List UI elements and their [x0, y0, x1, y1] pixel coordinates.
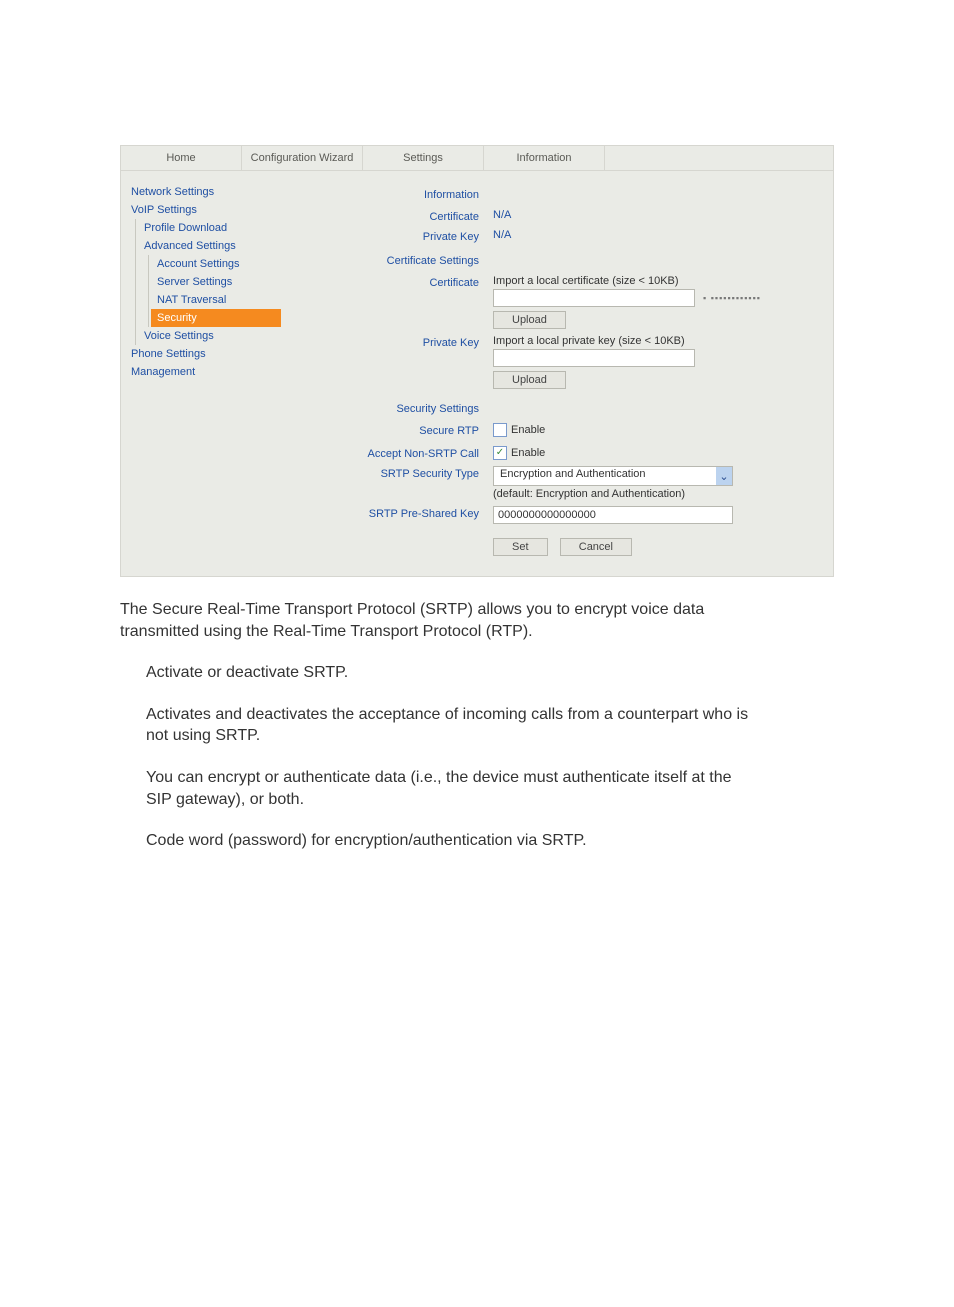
- upload-cert-button[interactable]: Upload: [493, 311, 566, 329]
- value-private-key: N/A: [493, 229, 823, 241]
- label-secure-rtp: Secure RTP: [289, 423, 493, 437]
- label-accept-non-srtp: Accept Non-SRTP Call: [289, 446, 493, 460]
- sidebar: Network Settings VoIP Settings Profile D…: [121, 171, 289, 576]
- settings-panel: Home Configuration Wizard Settings Infor…: [120, 145, 834, 577]
- set-button[interactable]: Set: [493, 538, 548, 556]
- enable-label: Enable: [511, 447, 545, 459]
- doc-text: The Secure Real-Time Transport Protocol …: [120, 599, 760, 852]
- cancel-button[interactable]: Cancel: [560, 538, 632, 556]
- value-certificate: N/A: [493, 209, 823, 221]
- label-cert-upload: Certificate: [289, 275, 493, 289]
- doc-p3: You can encrypt or authenticate data (i.…: [146, 767, 760, 810]
- tab-settings[interactable]: Settings: [363, 146, 484, 170]
- srtp-psk-input[interactable]: [493, 506, 733, 524]
- sidebar-item-nat[interactable]: NAT Traversal: [157, 291, 281, 309]
- sidebar-item-management[interactable]: Management: [131, 363, 281, 381]
- upload-pk-button[interactable]: Upload: [493, 371, 566, 389]
- label-private-key: Private Key: [289, 229, 493, 243]
- sidebar-item-phone[interactable]: Phone Settings: [131, 345, 281, 363]
- doc-intro: The Secure Real-Time Transport Protocol …: [120, 599, 760, 642]
- checkbox-checked-icon: ✓: [493, 446, 507, 460]
- doc-p4: Code word (password) for encryption/auth…: [146, 830, 760, 852]
- secure-rtp-checkbox[interactable]: Enable: [493, 423, 545, 437]
- sidebar-item-profile-download[interactable]: Profile Download: [144, 219, 281, 237]
- sidebar-item-voip[interactable]: VoIP Settings: [131, 201, 281, 219]
- section-information: Information: [289, 183, 493, 203]
- chevron-down-icon: ⌄: [716, 467, 732, 485]
- srtp-type-select[interactable]: Encryption and Authentication ⌄: [493, 466, 733, 486]
- tab-information[interactable]: Information: [484, 146, 605, 170]
- section-certificate-settings: Certificate Settings: [289, 249, 493, 269]
- cert-file-input[interactable]: [493, 289, 695, 307]
- sidebar-item-voice[interactable]: Voice Settings: [144, 327, 281, 345]
- label-pk-upload: Private Key: [289, 335, 493, 349]
- content-area: Information Certificate N/A Private Key …: [289, 171, 833, 576]
- top-tabs: Home Configuration Wizard Settings Infor…: [121, 146, 833, 171]
- tab-configuration-wizard[interactable]: Configuration Wizard: [242, 146, 363, 170]
- sidebar-item-account[interactable]: Account Settings: [157, 255, 281, 273]
- browse-icon[interactable]: ▪ ▪▪▪▪▪▪▪▪▪▪▪▪: [703, 293, 761, 303]
- label-srtp-type: SRTP Security Type: [289, 466, 493, 480]
- hint-pk-import: Import a local private key (size < 10KB): [493, 335, 823, 347]
- sidebar-item-server[interactable]: Server Settings: [157, 273, 281, 291]
- section-security-settings: Security Settings: [289, 397, 493, 417]
- checkbox-icon: [493, 423, 507, 437]
- hint-cert-import: Import a local certificate (size < 10KB): [493, 275, 823, 287]
- enable-label: Enable: [511, 424, 545, 436]
- label-srtp-psk: SRTP Pre-Shared Key: [289, 506, 493, 520]
- tab-home[interactable]: Home: [121, 146, 242, 170]
- doc-p1: Activate or deactivate SRTP.: [146, 662, 760, 684]
- doc-p2: Activates and deactivates the acceptance…: [146, 704, 760, 747]
- srtp-type-value: Encryption and Authentication: [494, 467, 716, 485]
- sidebar-item-security[interactable]: Security: [151, 309, 281, 327]
- pk-file-input[interactable]: [493, 349, 695, 367]
- accept-non-srtp-checkbox[interactable]: ✓ Enable: [493, 446, 545, 460]
- label-certificate: Certificate: [289, 209, 493, 223]
- srtp-type-default: (default: Encryption and Authentication): [493, 488, 823, 500]
- sidebar-item-network[interactable]: Network Settings: [131, 183, 281, 201]
- tab-spacer: [605, 146, 833, 170]
- sidebar-item-advanced[interactable]: Advanced Settings: [144, 237, 281, 255]
